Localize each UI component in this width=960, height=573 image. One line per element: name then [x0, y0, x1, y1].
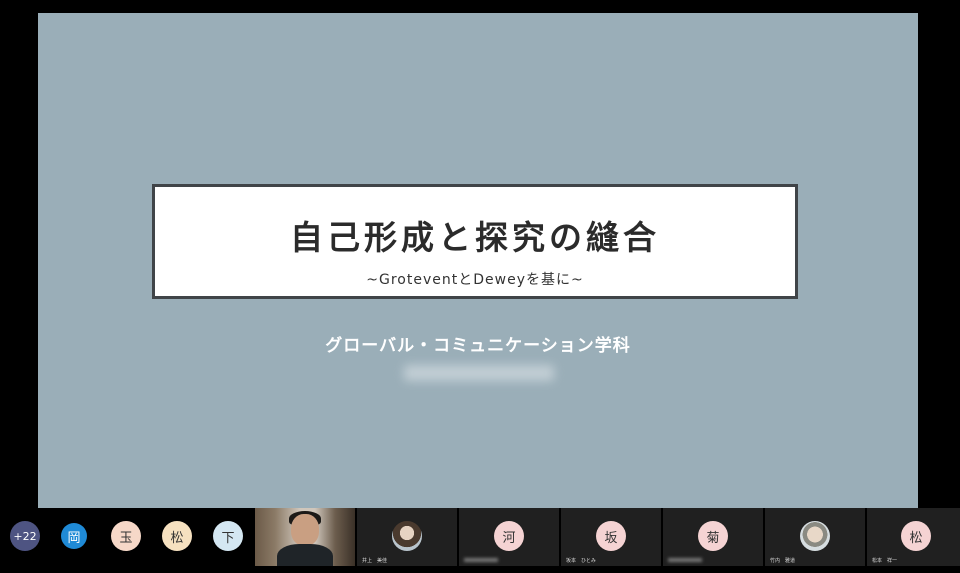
video-person-face [291, 514, 319, 546]
participant-tile-sakamoto[interactable]: 坂 坂本 ひとみ [561, 508, 661, 566]
participant-avatar-oka[interactable]: 岡 [61, 523, 87, 549]
blurred-presenter-name [404, 365, 554, 381]
participant-name: 竹内 雅道 [770, 558, 796, 564]
presentation-slide: 自己形成と探究の縫合 ~GroteventとDeweyを基に~ グローバル・コミ… [38, 13, 918, 508]
participant-tile-takeuchi[interactable]: 竹内 雅道 [765, 508, 865, 566]
participant-initial-avatar: 松 [901, 521, 931, 551]
more-participants-button[interactable]: +22 [10, 521, 40, 551]
participant-video-tile[interactable] [255, 508, 355, 566]
participant-tile-inoue[interactable]: 井上 美佳 [357, 508, 457, 566]
participant-initial-avatar: 河 [494, 521, 524, 551]
slide-subtitle: ~GroteventとDeweyを基に~ [366, 272, 584, 288]
department-label: グローバル・コミュニケーション学科 [325, 336, 631, 356]
participant-tile-kiku[interactable]: 菊 [663, 508, 763, 566]
participant-initial-avatar: 坂 [596, 521, 626, 551]
participant-avatar-shita[interactable]: 下 [213, 521, 243, 551]
participant-initial-avatar: 菊 [698, 521, 728, 551]
participant-name: 松本 祥一 [872, 558, 898, 564]
participant-photo-avatar [392, 521, 422, 551]
participant-avatar-tama[interactable]: 玉 [111, 521, 141, 551]
participant-photo-avatar [800, 521, 830, 551]
video-person-body [277, 544, 333, 566]
participant-tile-kawa[interactable]: 河 [459, 508, 559, 566]
participant-name: 井上 美佳 [362, 558, 388, 564]
blurred-participant-name [668, 558, 702, 562]
participant-avatar-matsu[interactable]: 松 [162, 521, 192, 551]
title-box: 自己形成と探究の縫合 ~GroteventとDeweyを基に~ [152, 184, 798, 299]
slide-title: 自己形成と探究の縫合 [290, 218, 660, 257]
participant-name: 坂本 ひとみ [566, 558, 596, 564]
participant-tile-matsumoto[interactable]: 松 松本 祥一 [867, 508, 960, 566]
participant-strip: +22 岡 玉 松 下 井上 美佳 河 坂 坂本 ひとみ 菊 竹内 雅道 松 松… [0, 508, 960, 573]
blurred-participant-name [464, 558, 498, 562]
